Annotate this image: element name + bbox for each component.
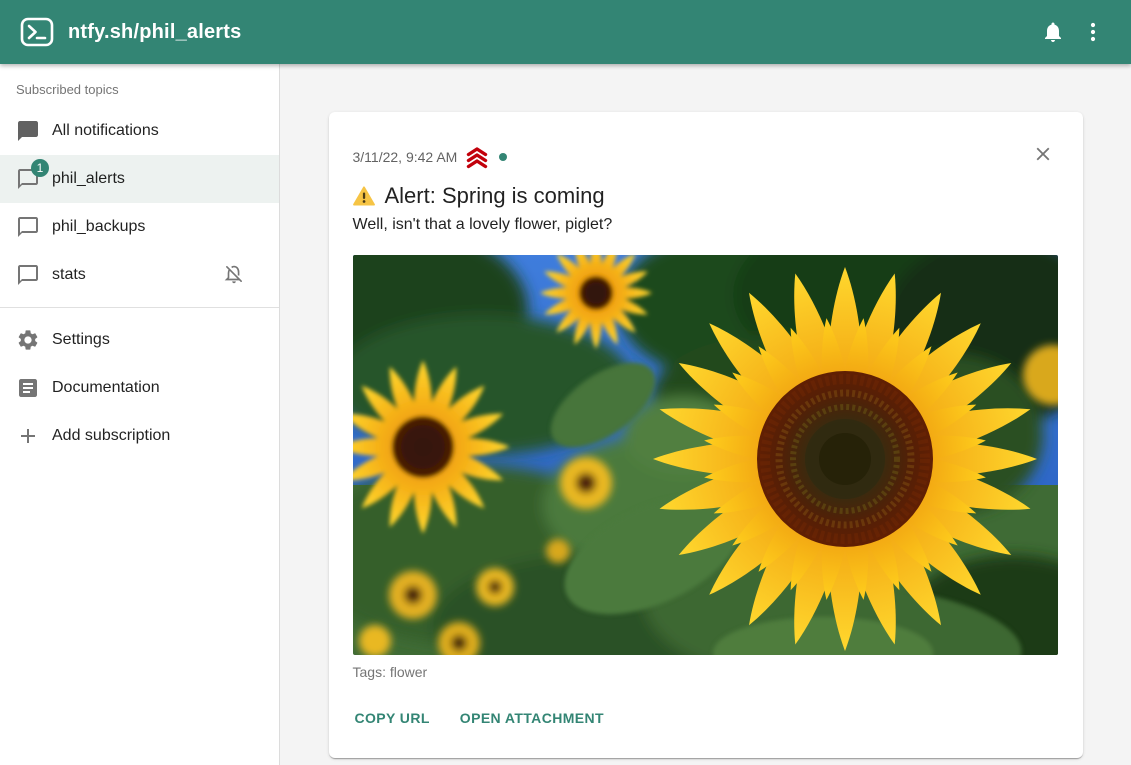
sidebar-item-phil-alerts[interactable]: 1 phil_alerts xyxy=(0,155,279,203)
sidebar-item-stats[interactable]: stats xyxy=(0,251,279,299)
sidebar-item-label: Settings xyxy=(52,331,110,349)
sidebar-item-documentation[interactable]: Documentation xyxy=(0,364,279,412)
close-icon xyxy=(1032,143,1054,165)
max-priority-icon xyxy=(464,145,490,169)
warning-emoji-icon xyxy=(353,186,375,206)
sidebar-item-all-notifications[interactable]: All notifications xyxy=(0,107,279,155)
bell-icon xyxy=(1041,20,1065,44)
overflow-menu-button[interactable] xyxy=(1073,12,1113,52)
gear-icon xyxy=(16,328,40,352)
notifications-muted-icon xyxy=(223,263,247,287)
copy-url-button[interactable]: COPY URL xyxy=(353,704,432,732)
sidebar-item-label: Documentation xyxy=(52,379,160,397)
document-icon xyxy=(16,376,40,400)
sidebar-item-label: stats xyxy=(52,266,86,284)
subscribed-topics-header: Subscribed topics xyxy=(0,70,279,107)
page-title: ntfy.sh/phil_alerts xyxy=(68,21,241,44)
kebab-menu-icon xyxy=(1081,20,1105,44)
notification-title-row: Alert: Spring is coming xyxy=(353,183,1059,209)
sidebar-item-settings[interactable]: Settings xyxy=(0,316,279,364)
notification-body: Well, isn't that a lovely flower, piglet… xyxy=(353,216,1059,234)
chat-bubble-outline-icon xyxy=(16,263,40,287)
attachment-image[interactable] xyxy=(353,255,1058,655)
plus-icon xyxy=(16,424,40,448)
chat-bubble-outline-icon xyxy=(16,215,40,239)
sidebar-item-add-subscription[interactable]: Add subscription xyxy=(0,412,279,460)
notifications-bell-button[interactable] xyxy=(1033,12,1073,52)
chat-bubble-outline-icon: 1 xyxy=(16,167,40,191)
unread-dot xyxy=(499,153,507,161)
notification-actions: COPY URL OPEN ATTACHMENT xyxy=(353,704,1059,732)
sidebar-item-label: phil_alerts xyxy=(52,170,125,188)
open-attachment-button[interactable]: OPEN ATTACHMENT xyxy=(458,704,606,732)
main-area: 3/11/22, 9:42 AM xyxy=(280,64,1131,765)
notification-tags: Tags: flower xyxy=(353,664,1059,680)
app-bar: ntfy.sh/phil_alerts xyxy=(0,0,1131,64)
sidebar-divider xyxy=(0,307,279,308)
sidebar-item-label: All notifications xyxy=(52,122,159,140)
terminal-logo-icon xyxy=(20,17,54,47)
sidebar-item-phil-backups[interactable]: phil_backups xyxy=(0,203,279,251)
sidebar-item-label: phil_backups xyxy=(52,218,145,236)
notification-timestamp: 3/11/22, 9:42 AM xyxy=(353,149,458,165)
sidebar-item-label: Add subscription xyxy=(52,427,170,445)
notification-title: Alert: Spring is coming xyxy=(385,183,605,209)
sidebar: Subscribed topics All notifications 1 ph… xyxy=(0,64,280,765)
unread-count-badge: 1 xyxy=(31,159,49,177)
close-notification-button[interactable] xyxy=(1023,134,1063,174)
notification-card: 3/11/22, 9:42 AM xyxy=(329,112,1083,758)
chat-bubble-filled-icon xyxy=(16,119,40,143)
